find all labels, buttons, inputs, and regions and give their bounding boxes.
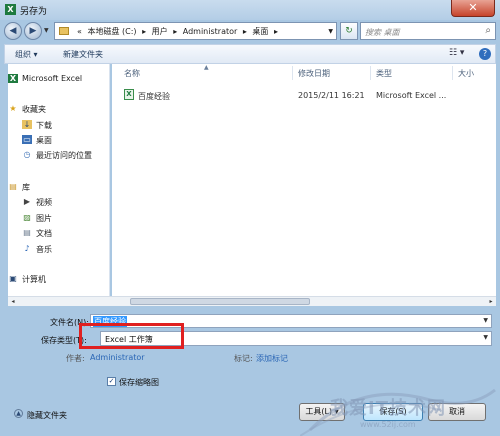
column-divider[interactable] (292, 66, 293, 80)
refresh-button[interactable]: ↻ (340, 22, 358, 40)
breadcrumb: « 本地磁盘 (C:) ▸ 用户 ▸ Administrator ▸ 桌面 ▸ (77, 26, 281, 37)
save-thumbnail-label: 保存缩略图 (119, 378, 159, 387)
download-folder-icon: ↓ (22, 120, 32, 129)
sidebar-item-label: 视频 (36, 198, 52, 207)
new-folder-button[interactable]: 新建文件夹 (63, 49, 103, 60)
file-name: 百度经验 (138, 92, 170, 101)
sidebar-item-label: Microsoft Excel (22, 74, 83, 83)
breadcrumb-item-users[interactable]: 用户 (152, 27, 168, 36)
breadcrumb-item-administrator[interactable]: Administrator (183, 27, 238, 36)
sidebar-item-downloads[interactable]: ↓ 下载 (8, 118, 109, 132)
sidebar-item-label: 文档 (36, 229, 52, 238)
music-icon: ♪ (24, 244, 30, 253)
chevron-up-icon[interactable]: ▲ (14, 409, 23, 418)
sidebar-item-label: 图片 (36, 214, 52, 223)
watermark-text: 我爱IT技术网 (330, 398, 446, 419)
column-header-name[interactable]: 名称 (124, 68, 140, 79)
file-list: ▲ 名称 修改日期 类型 大小 X 百度经验 2015/2/11 16:21 M… (112, 64, 496, 296)
star-icon: ★ (9, 104, 17, 113)
sidebar-item-documents[interactable]: ▤ 文档 (8, 226, 109, 240)
tags-value[interactable]: 添加标记 (256, 353, 288, 364)
tags-label: 标记: (234, 354, 253, 363)
desktop-icon: ▭ (22, 135, 32, 144)
help-icon[interactable]: ? (479, 48, 491, 60)
sidebar-item-label: 音乐 (36, 245, 52, 254)
sort-ascending-icon: ▲ (204, 64, 209, 71)
column-divider[interactable] (452, 66, 453, 80)
scroll-left-icon[interactable]: ◂ (8, 297, 18, 306)
folder-icon (59, 27, 69, 35)
file-type: Microsoft Excel ... (376, 91, 447, 100)
chevron-down-icon[interactable]: ▼ (328, 28, 333, 35)
sidebar-item-label: 最近访问的位置 (36, 151, 92, 160)
view-options-button[interactable]: ☷ ▾ (449, 48, 464, 58)
sidebar-item-pictures[interactable]: ▨ 图片 (8, 211, 109, 225)
search-input[interactable]: 搜索 桌面 ⌕ (360, 22, 496, 40)
author-label: 作者: (66, 354, 85, 363)
scroll-right-icon[interactable]: ▸ (486, 297, 496, 306)
excel-icon: X (8, 74, 18, 83)
sidebar-item-desktop[interactable]: ▭ 桌面 (8, 133, 109, 147)
sidebar-item-label: 库 (22, 183, 30, 192)
recent-locations-dropdown-icon[interactable]: ▼ (44, 27, 49, 34)
video-icon: ▶ (23, 197, 31, 206)
sidebar-item-label: 桌面 (36, 136, 52, 145)
recent-icon: ◷ (23, 150, 31, 159)
library-icon: ▤ (9, 182, 17, 191)
column-header-type[interactable]: 类型 (376, 68, 392, 79)
back-button[interactable]: ◀ (4, 22, 22, 40)
sidebar-item-libraries[interactable]: ▤ 库 (8, 180, 109, 194)
close-button[interactable]: ✕ (451, 0, 495, 17)
sidebar-item-label: 下载 (36, 121, 52, 130)
watermark-url: www.52ij.com (360, 420, 416, 429)
hide-folders-button[interactable]: 隐藏文件夹 (27, 410, 67, 421)
toolbar: 组织 ▾ 新建文件夹 ☷ ▾ ? (4, 44, 496, 64)
breadcrumb-separator[interactable]: ▸ (243, 27, 247, 36)
chevron-down-icon[interactable]: ▼ (483, 334, 488, 341)
sidebar-item-recent-places[interactable]: ◷ 最近访问的位置 (8, 148, 109, 162)
excel-file-icon: X (124, 89, 134, 100)
breadcrumb-separator[interactable]: ▸ (173, 27, 177, 36)
document-icon: ▤ (23, 228, 31, 237)
sidebar-item-videos[interactable]: ▶ 视频 (8, 195, 109, 209)
file-row[interactable]: X 百度经验 2015/2/11 16:21 Microsoft Excel .… (112, 86, 496, 104)
scrollbar-thumb[interactable] (130, 298, 310, 305)
annotation-highlight-box (79, 323, 184, 349)
chevron-down-icon[interactable]: ▼ (483, 317, 488, 324)
breadcrumb-separator[interactable]: ▸ (274, 27, 278, 36)
sidebar-item-favorites[interactable]: ★ 收藏夹 (8, 102, 109, 116)
navigation-pane: X Microsoft Excel ★ 收藏夹 ↓ 下载 ▭ 桌面 ◷ 最近访问… (8, 64, 110, 296)
save-thumbnail-checkbox[interactable]: ✓ (107, 377, 116, 386)
navigation-row: ◀ ▶ ▼ « 本地磁盘 (C:) ▸ 用户 ▸ Administrator ▸… (0, 20, 500, 42)
search-icon[interactable]: ⌕ (485, 25, 491, 36)
search-placeholder: 搜索 桌面 (365, 28, 400, 37)
author-value[interactable]: Administrator (90, 353, 145, 362)
column-header-modified[interactable]: 修改日期 (298, 68, 330, 79)
address-bar[interactable]: « 本地磁盘 (C:) ▸ 用户 ▸ Administrator ▸ 桌面 ▸ … (54, 22, 337, 40)
file-modified: 2015/2/11 16:21 (298, 91, 365, 100)
picture-icon: ▨ (23, 213, 31, 222)
window-title: 另存为 (20, 7, 48, 17)
column-divider[interactable] (370, 66, 371, 80)
breadcrumb-overflow[interactable]: « (77, 27, 82, 36)
breadcrumb-separator[interactable]: ▸ (142, 27, 146, 36)
horizontal-scrollbar[interactable]: ◂ ▸ (8, 296, 496, 306)
breadcrumb-item-desktop[interactable]: 桌面 (252, 27, 268, 36)
sidebar-item-computer[interactable]: ▣ 计算机 (8, 272, 109, 286)
breadcrumb-item-drive[interactable]: 本地磁盘 (C:) (87, 27, 136, 36)
organize-button[interactable]: 组织 ▾ (15, 49, 38, 60)
computer-icon: ▣ (9, 274, 17, 283)
sidebar-item-label: 收藏夹 (22, 105, 46, 114)
sidebar-item-label: 计算机 (22, 275, 46, 284)
forward-button[interactable]: ▶ (24, 22, 42, 40)
column-header-size[interactable]: 大小 (458, 68, 474, 79)
excel-icon: X (5, 4, 16, 15)
sidebar-item-microsoft-excel[interactable]: X Microsoft Excel (8, 72, 109, 86)
sidebar-item-music[interactable]: ♪ 音乐 (8, 242, 109, 256)
title-bar: X 另存为 ✕ (0, 0, 500, 20)
